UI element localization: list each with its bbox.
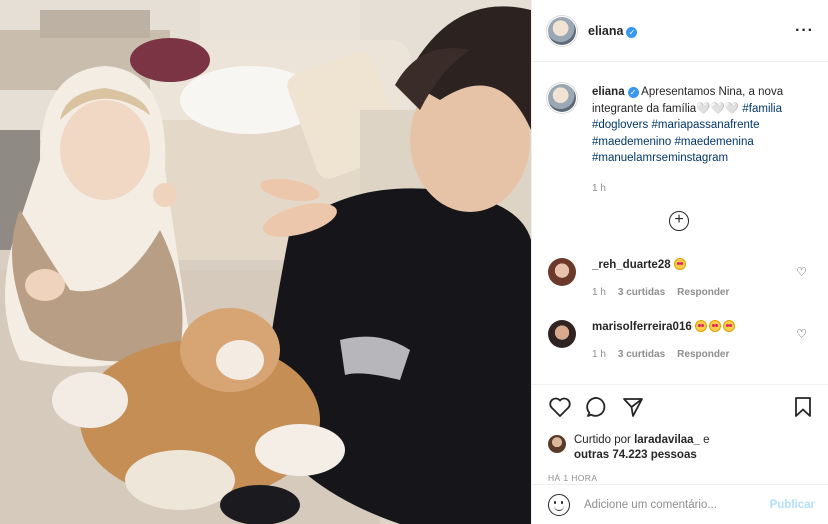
comment-item: marisolferreira016 1 h 3 curtidas Respon…	[532, 320, 828, 360]
hashtag-link[interactable]: #doglovers	[592, 119, 648, 131]
commenter-avatar[interactable]	[548, 320, 576, 348]
liked-by-user[interactable]: laradavilaa_	[634, 434, 700, 446]
liked-by-and: e	[703, 434, 710, 446]
commenter-username[interactable]: marisolferreira016	[592, 321, 692, 333]
photo-illustration	[0, 0, 531, 524]
caption-text: eliana ✓ Apresentamos Nina, a nova integr…	[592, 84, 812, 240]
heart-eyes-emoji-icon	[722, 320, 735, 332]
author-avatar[interactable]	[548, 16, 576, 45]
plus-circle-icon[interactable]: +	[669, 211, 689, 231]
instagram-post: eliana ✓ ··· eliana ✓ Apresentamos Nina, a…	[0, 0, 828, 524]
comment-likes[interactable]: 3 curtidas	[618, 287, 665, 298]
publish-button[interactable]: Publicar	[770, 499, 815, 511]
comment-input[interactable]	[584, 498, 770, 511]
ellipsis-icon[interactable]: ···	[795, 22, 814, 40]
comment-body: _reh_duarte28 1 h 3 curtidas Responder	[592, 258, 729, 298]
commenter-username[interactable]: _reh_duarte28	[592, 259, 671, 271]
comment-likes[interactable]: 3 curtidas	[618, 349, 665, 360]
comment-body: marisolferreira016 1 h 3 curtidas Respon…	[592, 320, 737, 360]
share-paper-plane-icon[interactable]	[622, 396, 644, 418]
reply-button[interactable]: Responder	[677, 349, 729, 360]
author-username[interactable]: eliana ✓	[588, 24, 638, 38]
caption-author-avatar[interactable]	[548, 84, 576, 112]
author-username-text[interactable]: eliana	[588, 24, 623, 38]
action-icons-row	[548, 395, 813, 419]
comment-meta: 1 h 3 curtidas Responder	[592, 349, 737, 360]
heart-eyes-emoji-icon	[694, 320, 707, 332]
post-header: eliana ✓ ···	[532, 0, 828, 62]
caption-username[interactable]: eliana	[592, 86, 625, 98]
comment-like-heart-icon[interactable]: ♡	[796, 327, 807, 341]
hashtag-link[interactable]: #maedemenino	[592, 136, 671, 148]
post-photo[interactable]	[0, 0, 531, 524]
verified-badge-icon: ✓	[626, 26, 638, 38]
emoji-smiley-icon[interactable]	[548, 493, 570, 516]
bookmark-icon[interactable]	[793, 396, 813, 418]
heart-eyes-emoji-icon	[673, 258, 686, 270]
comment-time[interactable]: 1 h	[592, 349, 606, 360]
hashtag-link[interactable]: #familia	[742, 103, 782, 115]
liked-by-others[interactable]: outras 74.223 pessoas	[574, 449, 697, 461]
comment-time[interactable]: 1 h	[592, 287, 606, 298]
liked-by: Curtido por laradavilaa_ e outras 74.223…	[548, 433, 813, 463]
add-comment-bar: Publicar	[532, 484, 828, 524]
comment-meta: 1 h 3 curtidas Responder	[592, 287, 729, 298]
heart-eyes-emoji-icon	[708, 320, 721, 332]
reply-button[interactable]: Responder	[677, 287, 729, 298]
liked-by-prefix: Curtido por	[574, 434, 631, 446]
commenter-avatar[interactable]	[548, 258, 576, 286]
comment-item: _reh_duarte28 1 h 3 curtidas Responder ♡	[532, 258, 828, 298]
hashtag-link[interactable]: #mariapassanafrente	[651, 119, 759, 131]
comment-bubble-icon[interactable]	[586, 396, 608, 418]
caption-time[interactable]: 1 h	[592, 181, 812, 198]
hashtag-link[interactable]: #maedemenina	[674, 136, 753, 148]
post-sidebar: eliana ✓ ··· eliana ✓ Apresentamos Nina, a…	[531, 0, 828, 524]
hashtag-link[interactable]: #manuelamrseminstagram	[592, 152, 728, 164]
like-heart-icon[interactable]	[548, 396, 572, 418]
comment-like-heart-icon[interactable]: ♡	[796, 265, 807, 279]
liker-avatar[interactable]	[548, 435, 566, 453]
liked-by-text: Curtido por laradavilaa_ e outras 74.223…	[574, 433, 710, 463]
post-age[interactable]: HÁ 1 HORA	[548, 473, 813, 483]
verified-badge-icon: ✓	[627, 87, 639, 98]
